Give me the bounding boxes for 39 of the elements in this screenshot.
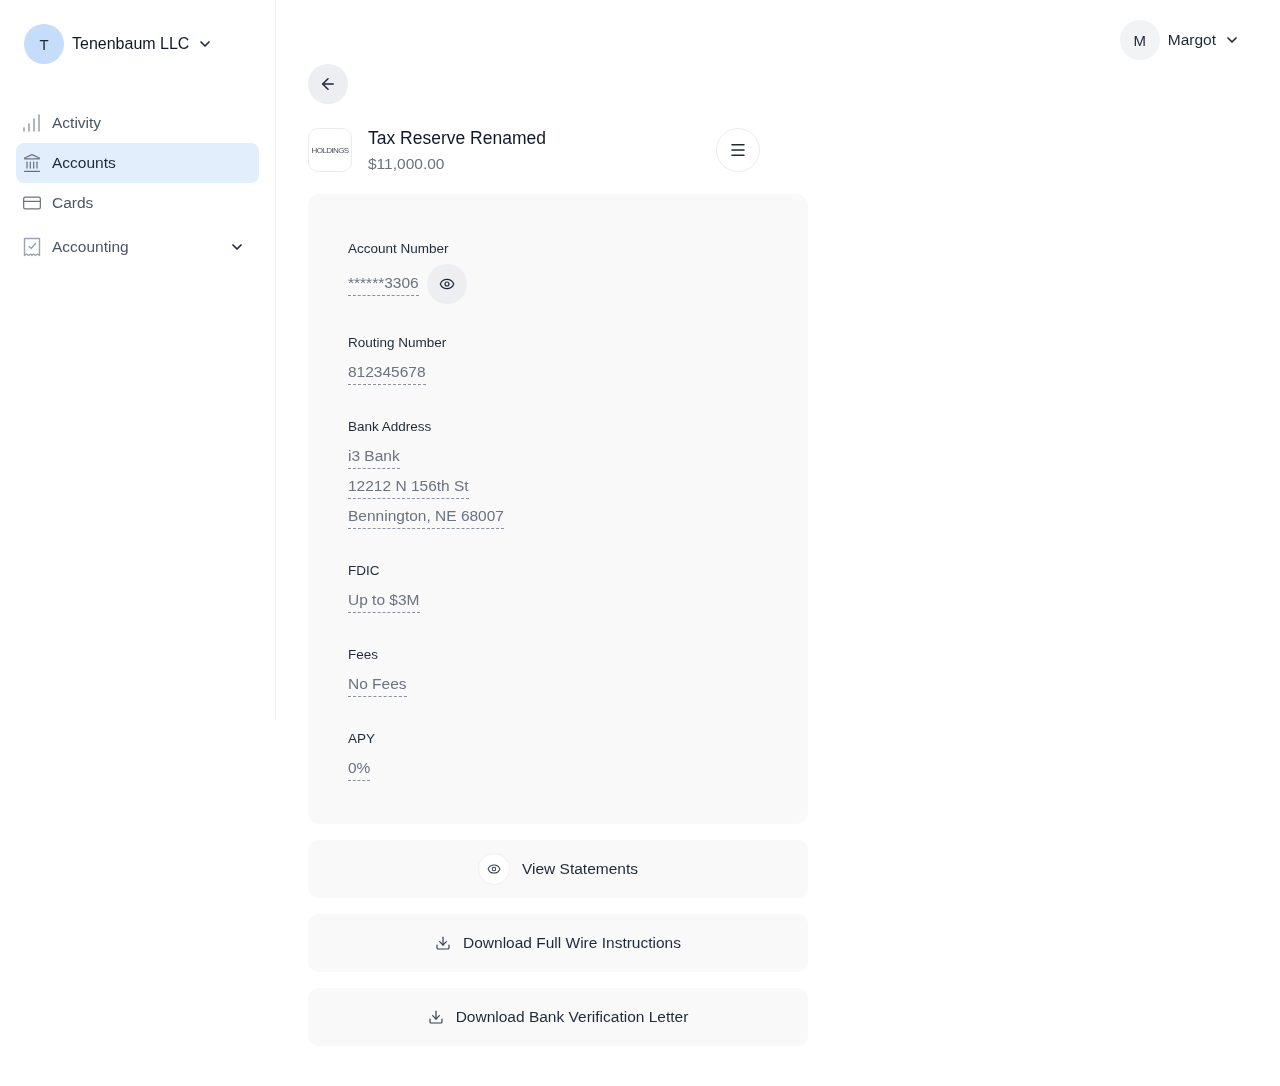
organization-avatar[interactable]: T: [24, 24, 64, 64]
menu-button[interactable]: [716, 128, 760, 172]
field-label: Account Number: [348, 240, 449, 258]
download-icon: [435, 935, 451, 951]
account-name: Tax Reserve Renamed: [368, 126, 546, 149]
download-icon: [427, 1009, 444, 1025]
organization-name[interactable]: Tenenbaum LLC: [72, 35, 190, 53]
account-logo: HOLDINGS: [308, 128, 352, 172]
account-balance: $11,000.00: [368, 153, 445, 174]
user-name[interactable]: Margot: [1167, 31, 1216, 49]
field-label: Fees: [348, 646, 378, 664]
bank-icon: [22, 153, 42, 173]
user-avatar[interactable]: M: [1119, 20, 1160, 60]
reveal-button[interactable]: [426, 264, 467, 304]
sidebar-item[interactable]: Accounts: [16, 143, 259, 183]
field-label: FDIC: [348, 562, 380, 580]
eye-icon: [438, 276, 455, 292]
field-value[interactable]: Bennington, NE 68007: [348, 505, 504, 529]
sidebar-item[interactable]: Accounting: [16, 227, 259, 267]
action-button[interactable]: Download Bank Verification Letter: [308, 988, 808, 1046]
field-value[interactable]: Up to $3M: [348, 589, 420, 613]
sidebar-item[interactable]: Cards: [16, 183, 259, 223]
field-value[interactable]: 812345678: [348, 361, 426, 385]
action-button[interactable]: Download Full Wire Instructions: [308, 914, 808, 972]
sidebar-item[interactable]: Activity: [16, 103, 259, 143]
field-value[interactable]: 12212 N 156th St: [348, 475, 469, 499]
back-button[interactable]: [308, 64, 348, 104]
field-label: APY: [348, 730, 375, 748]
signal-bars-icon: [22, 113, 42, 133]
field-value[interactable]: 0%: [348, 757, 371, 781]
eye-icon: [478, 853, 510, 885]
receipt-check-icon: [22, 237, 42, 257]
field-value[interactable]: ******3306: [348, 272, 419, 296]
action-button[interactable]: View Statements: [308, 840, 808, 898]
menu-icon: [729, 141, 747, 159]
field-label: Routing Number: [348, 334, 447, 352]
field-label: Bank Address: [348, 418, 432, 436]
field-value[interactable]: No Fees: [348, 673, 407, 697]
field-value[interactable]: i3 Bank: [348, 445, 400, 469]
